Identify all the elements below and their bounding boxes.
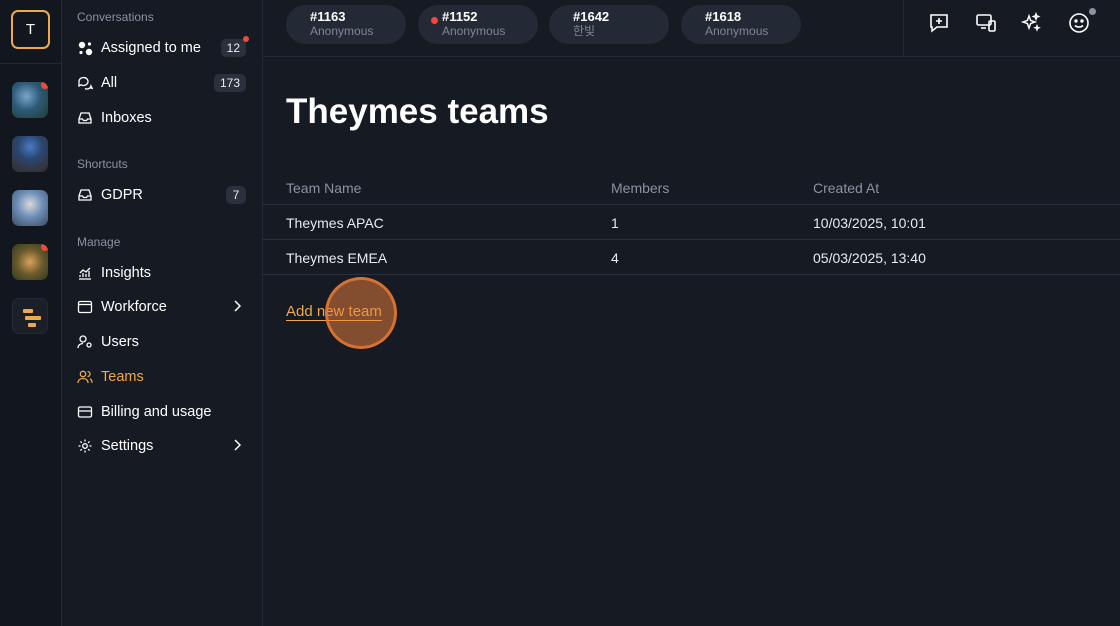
- card-icon: [77, 404, 93, 420]
- sidebar: Conversations Assigned to me 12 All 173 …: [62, 0, 263, 626]
- sidebar-item-label: Assigned to me: [101, 40, 201, 56]
- app-tile-logo[interactable]: [12, 298, 48, 334]
- sidebar-item-label: Users: [101, 334, 139, 350]
- sidebar-item-insights[interactable]: Insights: [70, 258, 255, 288]
- top-bar: #1163 Anonymous #1152 Anonymous #1642 한빛…: [263, 0, 1120, 57]
- assigned-icon: [77, 40, 93, 56]
- members-cell: 1: [611, 215, 619, 231]
- sidebar-item-label: Billing and usage: [101, 404, 212, 420]
- page-title: Theymes teams: [286, 92, 549, 131]
- chart-icon: [77, 265, 93, 281]
- app-tile-3[interactable]: [12, 190, 48, 226]
- conversation-number: #1642: [573, 9, 610, 24]
- created-at-cell: 10/03/2025, 10:01: [813, 215, 926, 231]
- sidebar-item-assigned[interactable]: Assigned to me 12: [70, 33, 255, 63]
- chevron-right-icon: [233, 300, 242, 316]
- conversation-tab[interactable]: #1618 Anonymous: [681, 5, 801, 44]
- user-icon: [77, 334, 93, 350]
- sidebar-item-all[interactable]: All 173: [70, 68, 255, 98]
- conversation-contact: Anonymous: [705, 24, 769, 38]
- sidebar-item-settings[interactable]: Settings: [70, 431, 255, 461]
- section-title-manage: Manage: [77, 235, 121, 249]
- window-icon: [77, 299, 93, 315]
- team-icon: [77, 369, 93, 385]
- unread-dot: [431, 17, 438, 24]
- app-tile-2[interactable]: [12, 136, 48, 172]
- sidebar-item-label: All: [101, 75, 118, 91]
- created-at-cell: 05/03/2025, 13:40: [813, 250, 926, 266]
- inbox-icon: [77, 187, 93, 203]
- section-title-conversations: Conversations: [77, 10, 154, 24]
- logo-icon: [23, 309, 41, 330]
- new-conversation-button[interactable]: [926, 12, 952, 38]
- conversation-number: #1152: [442, 9, 478, 24]
- devices-icon: [975, 12, 997, 39]
- conversation-tab[interactable]: #1642 한빛: [549, 5, 669, 44]
- section-title-shortcuts: Shortcuts: [77, 157, 128, 171]
- workspace-avatar[interactable]: T: [11, 10, 50, 49]
- status-dot: [1089, 8, 1096, 15]
- sidebar-item-label: Insights: [101, 265, 151, 281]
- click-indicator: [325, 277, 397, 349]
- sidebar-item-label: Workforce: [101, 299, 167, 315]
- column-header-team-name: Team Name: [286, 180, 362, 196]
- table-row[interactable]: Theymes APAC 1 10/03/2025, 10:01: [263, 205, 1120, 240]
- conversation-contact: Anonymous: [310, 24, 374, 38]
- sidebar-item-users[interactable]: Users: [70, 327, 255, 357]
- conversation-tab[interactable]: #1163 Anonymous: [286, 5, 406, 44]
- app-tile-1[interactable]: [12, 82, 48, 118]
- count-value: 12: [226, 41, 240, 55]
- sidebar-item-label: Teams: [101, 369, 144, 385]
- gear-icon: [77, 438, 93, 454]
- sidebar-item-label: GDPR: [101, 187, 143, 203]
- conversation-contact: 한빛: [573, 24, 596, 38]
- conversation-contact: Anonymous: [442, 24, 506, 38]
- sidebar-item-label: Inboxes: [101, 110, 152, 126]
- notification-dot: [41, 244, 48, 251]
- sidebar-item-label: Settings: [101, 438, 154, 454]
- sidebar-item-workforce[interactable]: Workforce: [70, 292, 255, 322]
- sidebar-item-gdpr[interactable]: GDPR 7: [70, 180, 255, 210]
- team-name-cell: Theymes APAC: [286, 215, 384, 231]
- members-cell: 4: [611, 250, 619, 266]
- ai-button[interactable]: [1018, 11, 1044, 39]
- notification-dot: [41, 82, 48, 89]
- profile-button[interactable]: [1066, 8, 1096, 39]
- column-header-members: Members: [611, 180, 670, 196]
- team-name-cell: Theymes EMEA: [286, 250, 388, 266]
- teams-table: Team Name Members Created At Theymes APA…: [263, 170, 1120, 275]
- rail-divider: [0, 63, 61, 64]
- app-tile-4[interactable]: [12, 244, 48, 280]
- conversation-tab[interactable]: #1152 Anonymous: [418, 5, 538, 44]
- count-badge: 12: [220, 36, 249, 57]
- table-row[interactable]: Theymes EMEA 4 05/03/2025, 13:40: [263, 240, 1120, 275]
- sidebar-item-inboxes[interactable]: Inboxes: [70, 103, 255, 133]
- chat-bubbles-icon: [77, 75, 93, 91]
- sidebar-item-teams[interactable]: Teams: [70, 362, 255, 392]
- devices-button[interactable]: [973, 12, 999, 38]
- sidebar-item-billing[interactable]: Billing and usage: [70, 397, 255, 427]
- sparkles-icon: [1020, 11, 1042, 39]
- chevron-right-icon: [233, 439, 242, 455]
- notification-dot: [243, 36, 249, 42]
- column-header-created-at: Created At: [813, 180, 880, 196]
- smiley-icon: [1068, 12, 1090, 39]
- conversation-number: #1163: [310, 9, 346, 24]
- top-actions: [903, 0, 1120, 56]
- inbox-icon: [77, 110, 93, 126]
- count-badge: 7: [226, 186, 246, 204]
- count-badge: 173: [213, 74, 246, 92]
- conversation-number: #1618: [705, 9, 742, 24]
- workspace-rail: T: [0, 0, 62, 626]
- table-header: Team Name Members Created At: [263, 170, 1120, 205]
- message-plus-icon: [928, 12, 950, 39]
